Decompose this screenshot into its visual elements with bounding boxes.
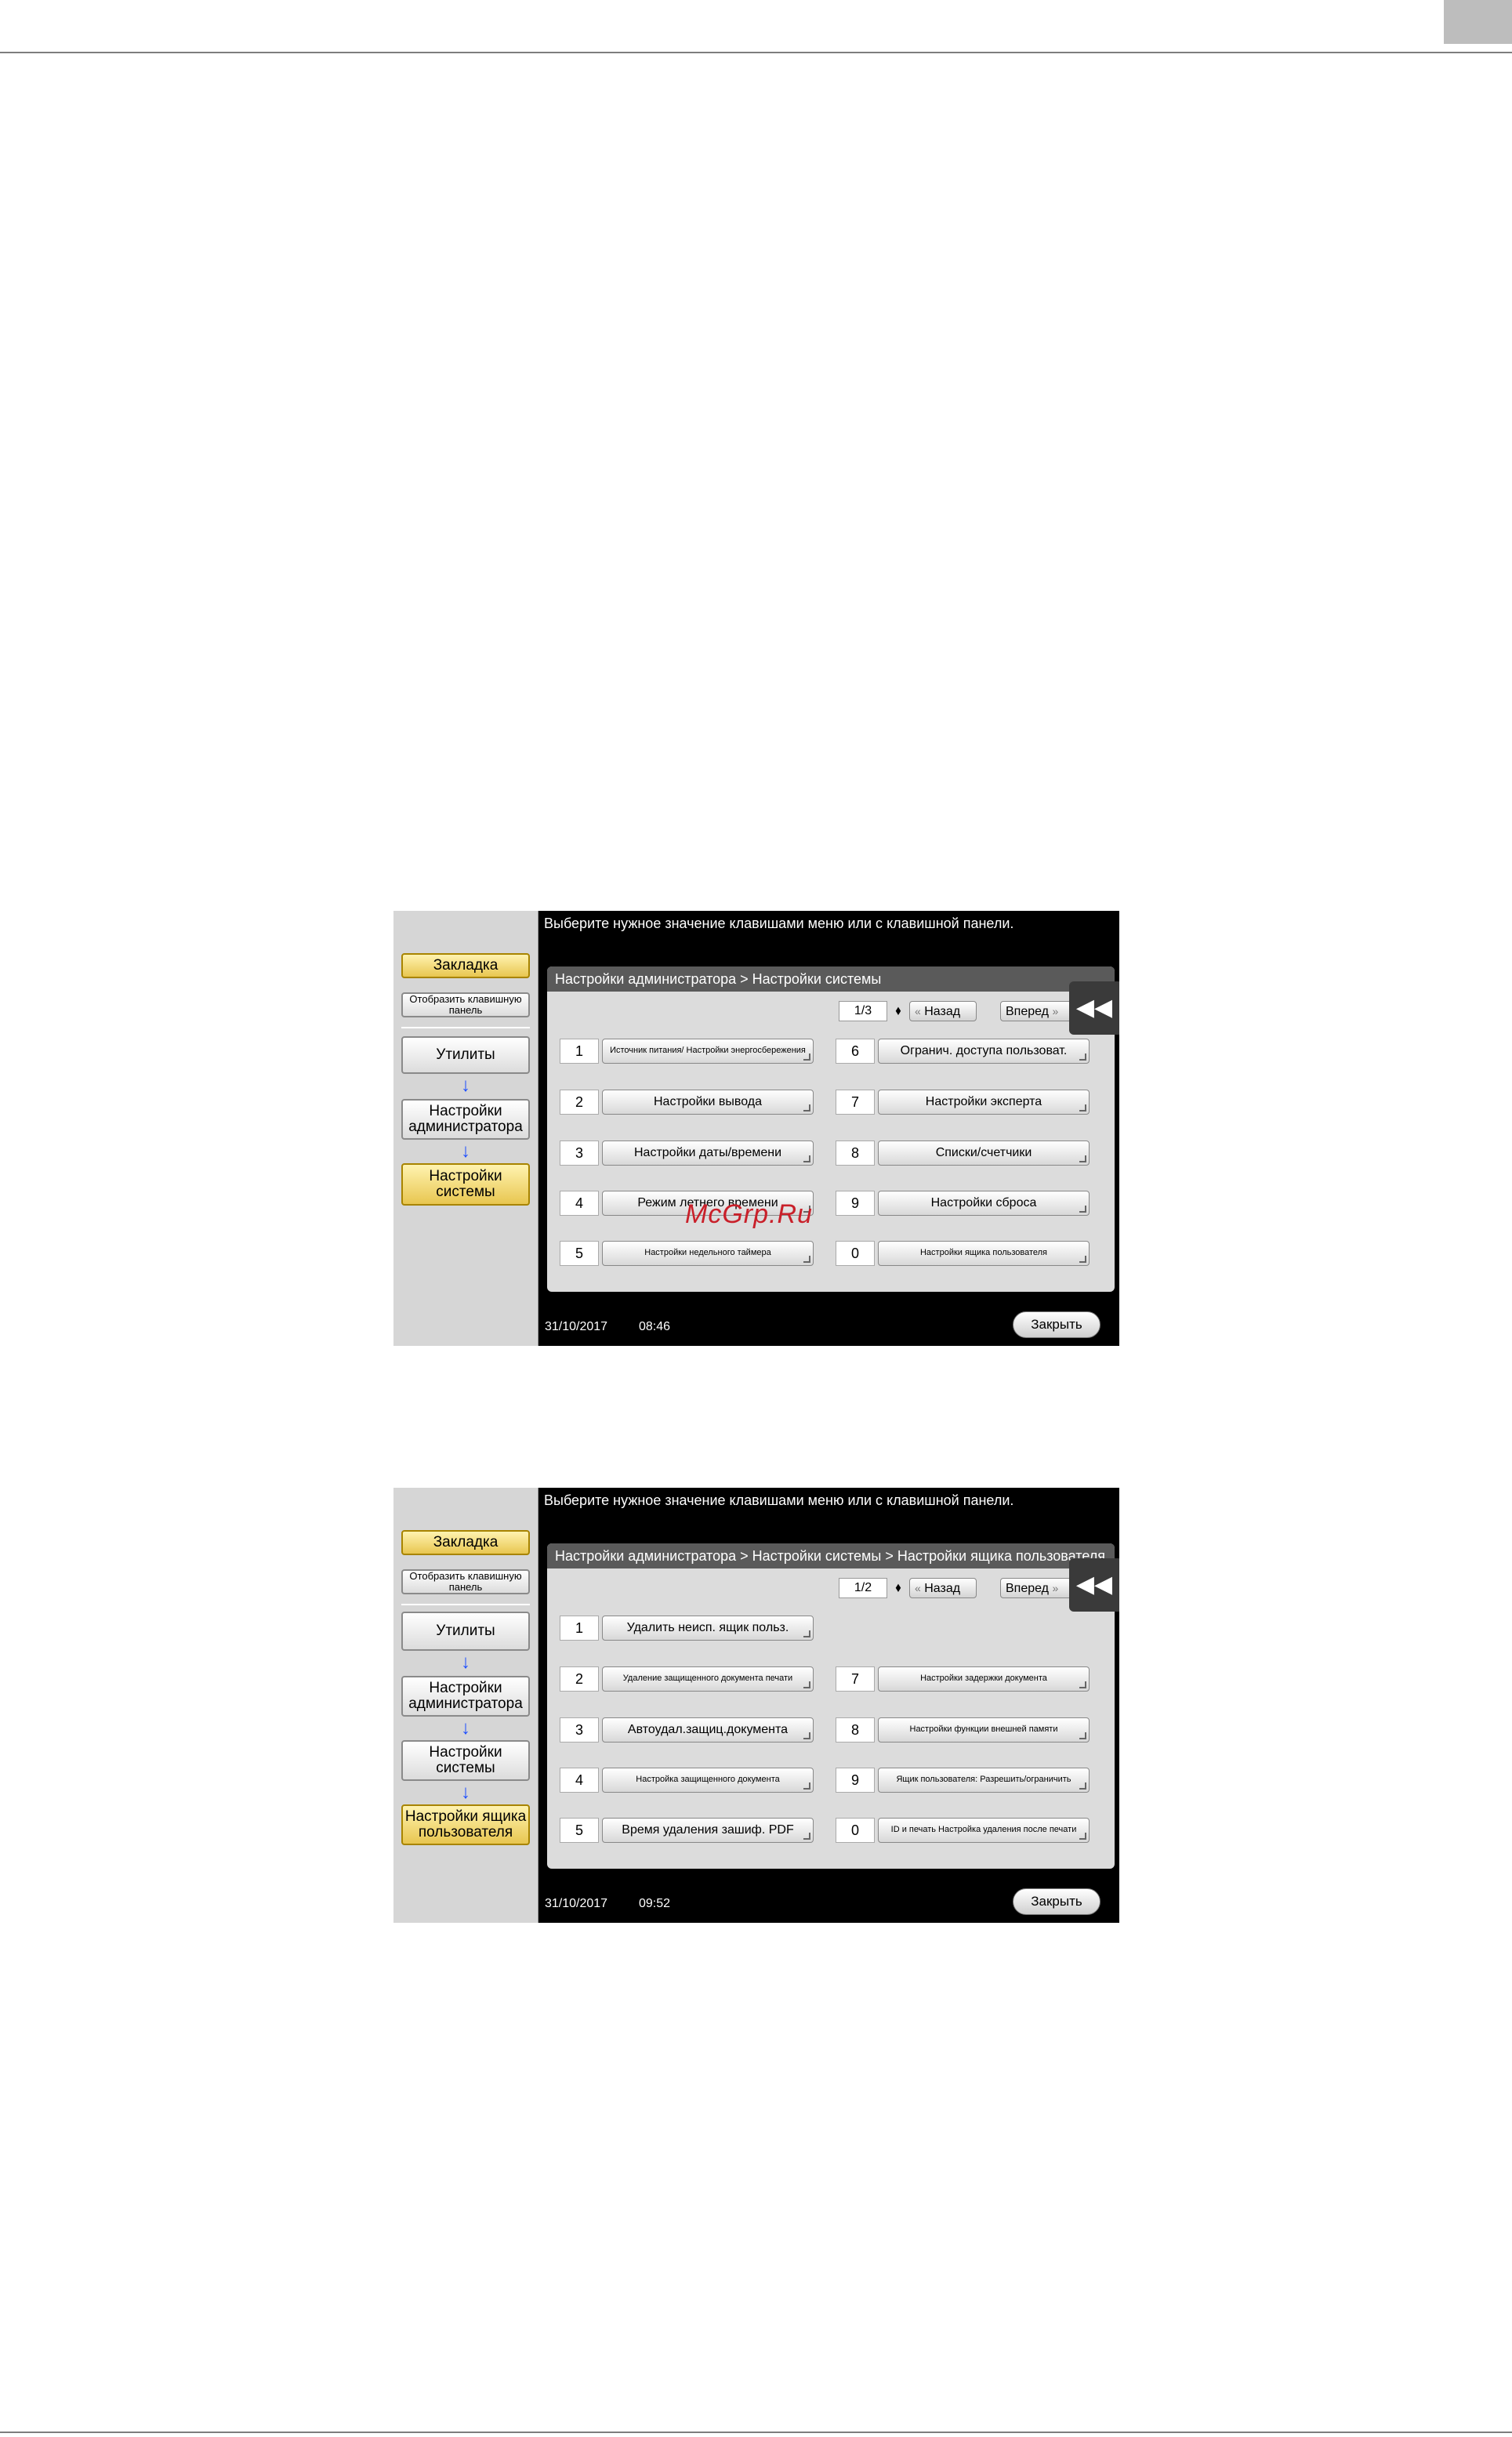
- status-date: 31/10/2017: [545, 1897, 608, 1910]
- bookmark-button[interactable]: Закладка: [401, 1530, 530, 1555]
- bookmark-button[interactable]: Закладка: [401, 953, 530, 978]
- back-button[interactable]: « Назад: [909, 1578, 977, 1598]
- menu-panel: Настройки администратора > Настройки сис…: [547, 1543, 1115, 1869]
- watermark: McGrp.Ru: [685, 1199, 813, 1229]
- screenshot-user-box-settings: Закладка Отобразить клавишную панель Ути…: [393, 1488, 1119, 1923]
- page-indicator: 1/3: [839, 1001, 887, 1021]
- status-time: 08:46: [639, 1320, 671, 1333]
- status-date: 31/10/2017: [545, 1320, 608, 1333]
- system-settings-button[interactable]: Настройки системы: [401, 1740, 530, 1781]
- show-keypad-button[interactable]: Отобразить клавишную панель: [401, 1569, 530, 1594]
- sidebar: Закладка Отобразить клавишную панель Ути…: [393, 911, 538, 1346]
- pager-separator: ⬧: [895, 1581, 901, 1594]
- header-rule: [0, 52, 1512, 53]
- menu-panel: Настройки администратора > Настройки сис…: [547, 966, 1115, 1292]
- forward-button[interactable]: Вперед »: [1000, 1001, 1075, 1021]
- sidebar-divider: [401, 1604, 530, 1605]
- arrow-down-icon: ↓: [461, 1652, 470, 1673]
- double-chevron-right-icon: »: [1052, 1005, 1059, 1017]
- user-box-settings-button[interactable]: Настройки ящика пользователя: [401, 1804, 530, 1845]
- collapse-panel-icon[interactable]: ◀◀: [1069, 1558, 1119, 1612]
- page-indicator: 1/2: [839, 1578, 887, 1598]
- screenshot-system-settings: Закладка Отобразить клавишную панель Ути…: [393, 911, 1119, 1346]
- collapse-panel-icon[interactable]: ◀◀: [1069, 981, 1119, 1035]
- back-button[interactable]: « Назад: [909, 1001, 977, 1021]
- breadcrumb: Настройки администратора > Настройки сис…: [547, 1543, 1115, 1568]
- status-time: 09:52: [639, 1897, 671, 1910]
- sidebar-divider: [401, 1027, 530, 1028]
- sidebar: Закладка Отобразить клавишную панель Ути…: [393, 1488, 538, 1923]
- double-chevron-right-icon: »: [1052, 1582, 1059, 1594]
- arrow-down-icon: ↓: [461, 1782, 470, 1803]
- forward-button[interactable]: Вперед »: [1000, 1578, 1075, 1598]
- instruction-message: Выберите нужное значение клавишами меню …: [544, 1492, 1014, 1508]
- page-corner-tab: [1444, 0, 1512, 44]
- breadcrumb: Настройки администратора > Настройки сис…: [547, 966, 1115, 992]
- admin-settings-button[interactable]: Настройки администратора: [401, 1099, 530, 1140]
- utilities-button[interactable]: Утилиты: [401, 1612, 530, 1651]
- footer-rule: [0, 2432, 1512, 2433]
- arrow-down-icon: ↓: [461, 1717, 470, 1739]
- arrow-down-icon: ↓: [461, 1141, 470, 1162]
- show-keypad-button[interactable]: Отобразить клавишную панель: [401, 992, 530, 1017]
- close-button[interactable]: Закрыть: [1013, 1888, 1100, 1915]
- utilities-button[interactable]: Утилиты: [401, 1036, 530, 1074]
- double-chevron-left-icon: «: [915, 1005, 921, 1017]
- close-button[interactable]: Закрыть: [1013, 1311, 1100, 1338]
- system-settings-button[interactable]: Настройки системы: [401, 1163, 530, 1206]
- instruction-message: Выберите нужное значение клавишами меню …: [544, 916, 1014, 931]
- admin-settings-button[interactable]: Настройки администратора: [401, 1676, 530, 1717]
- pager-separator: ⬧: [895, 1004, 901, 1017]
- double-chevron-left-icon: «: [915, 1582, 921, 1594]
- arrow-down-icon: ↓: [461, 1075, 470, 1096]
